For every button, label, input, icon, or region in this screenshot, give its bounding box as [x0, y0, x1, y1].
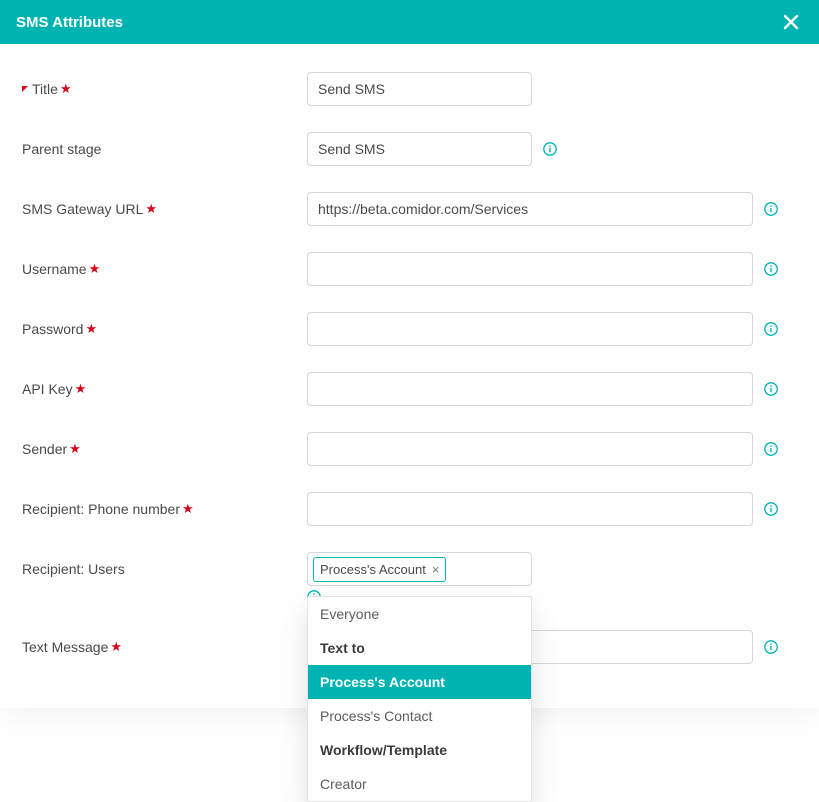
required-star-icon: ★	[69, 441, 81, 457]
sms-attributes-modal: SMS Attributes Title ★ Parent stage	[0, 0, 819, 708]
row-sender: Sender ★	[22, 432, 779, 466]
required-star-icon: ★	[89, 261, 101, 277]
recipient-users-tagbox[interactable]: Process's Account ×	[307, 552, 532, 586]
label-recipient-users: Recipient: Users	[22, 561, 307, 577]
password-input[interactable]	[307, 312, 753, 346]
api-key-input[interactable]	[307, 372, 753, 406]
dropdown-option[interactable]: Everyone	[308, 597, 531, 631]
sender-input[interactable]	[307, 432, 753, 466]
label-text-message: Text Message ★	[22, 639, 307, 655]
info-icon[interactable]	[763, 441, 779, 457]
recipient-phone-input[interactable]	[307, 492, 753, 526]
info-icon[interactable]	[763, 381, 779, 397]
row-sms-gateway: SMS Gateway URL ★	[22, 192, 779, 226]
row-title: Title ★	[22, 72, 779, 106]
row-password: Password ★	[22, 312, 779, 346]
label-api-key: API Key ★	[22, 381, 307, 397]
close-icon[interactable]	[779, 10, 803, 34]
dropdown-option[interactable]: Process's Account	[308, 665, 531, 699]
info-icon[interactable]	[763, 321, 779, 337]
row-parent-stage: Parent stage	[22, 132, 779, 166]
row-api-key: API Key ★	[22, 372, 779, 406]
label-sender: Sender ★	[22, 441, 307, 457]
required-star-icon: ★	[60, 81, 72, 97]
modal-header: SMS Attributes	[0, 0, 819, 44]
label-recipient-phone: Recipient: Phone number ★	[22, 501, 307, 517]
parent-stage-input[interactable]	[307, 132, 532, 166]
label-password: Password ★	[22, 321, 307, 337]
label-sms-gateway: SMS Gateway URL ★	[22, 201, 307, 217]
row-recipient-users: Recipient: Users Process's Account × Eve…	[22, 552, 779, 586]
recipient-users-dropdown[interactable]: EveryoneText toProcess's AccountProcess'…	[307, 596, 532, 802]
required-corner-icon	[22, 86, 28, 92]
info-icon[interactable]	[763, 201, 779, 217]
dropdown-option[interactable]: Process's Contact	[308, 699, 531, 733]
info-icon[interactable]	[763, 501, 779, 517]
dropdown-option[interactable]: Creator	[308, 767, 531, 801]
dropdown-group-header: Text to	[308, 631, 531, 665]
label-parent-stage: Parent stage	[22, 141, 307, 157]
label-username: Username ★	[22, 261, 307, 277]
info-icon[interactable]	[542, 141, 558, 157]
required-star-icon: ★	[182, 501, 194, 517]
row-recipient-phone: Recipient: Phone number ★	[22, 492, 779, 526]
sms-gateway-input[interactable]	[307, 192, 753, 226]
row-username: Username ★	[22, 252, 779, 286]
modal-title: SMS Attributes	[16, 14, 123, 31]
label-title: Title ★	[22, 81, 307, 97]
remove-tag-icon[interactable]: ×	[432, 563, 440, 576]
user-tag[interactable]: Process's Account ×	[313, 557, 446, 582]
modal-body: Title ★ Parent stage SMS Gateway	[0, 44, 819, 708]
title-input[interactable]	[307, 72, 532, 106]
required-star-icon: ★	[110, 639, 122, 655]
username-input[interactable]	[307, 252, 753, 286]
user-tag-label: Process's Account	[320, 562, 426, 577]
required-star-icon: ★	[85, 321, 97, 337]
required-star-icon: ★	[145, 201, 157, 217]
recipient-users-input[interactable]	[452, 559, 526, 579]
dropdown-group-header: Workflow/Template	[308, 733, 531, 767]
info-icon[interactable]	[763, 639, 779, 655]
info-icon[interactable]	[763, 261, 779, 277]
required-star-icon: ★	[75, 381, 87, 397]
